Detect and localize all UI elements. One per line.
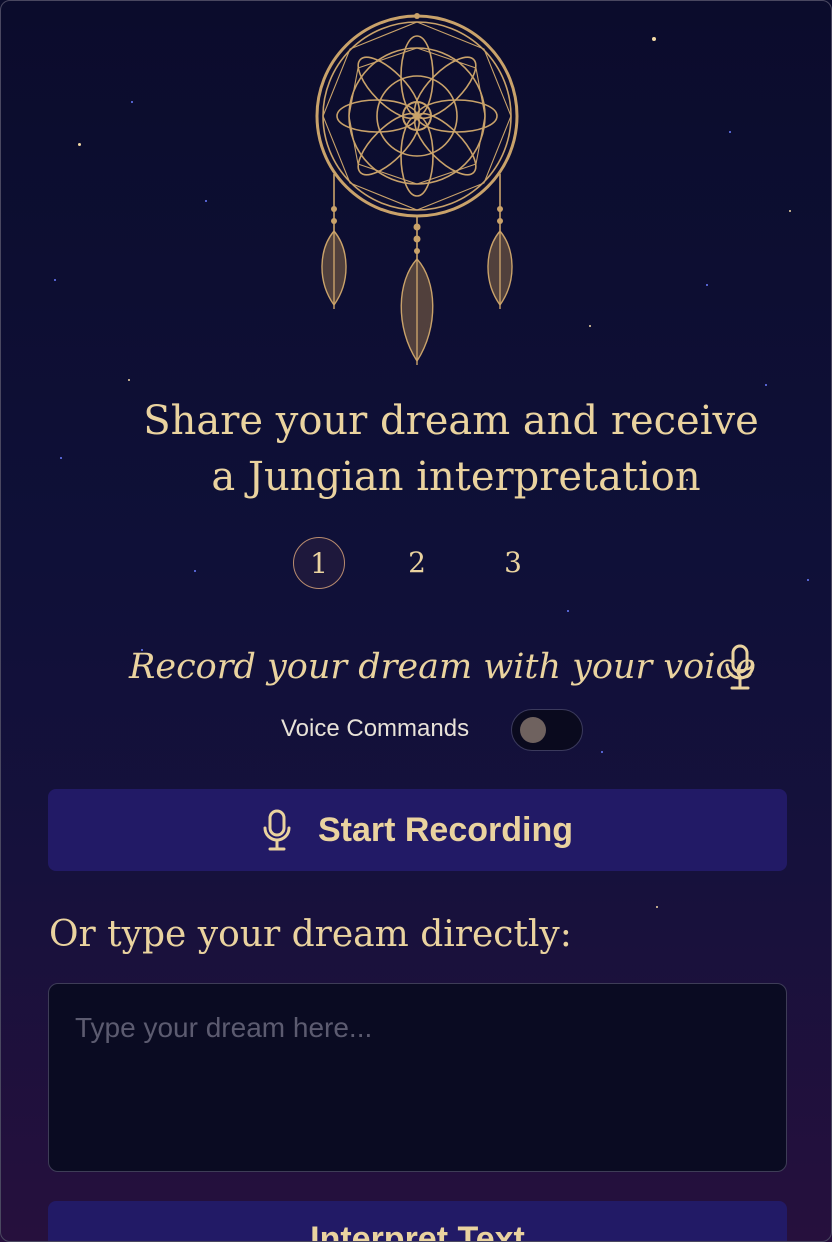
start-recording-button[interactable]: Start Recording <box>48 789 787 871</box>
star <box>589 325 591 327</box>
star <box>567 610 569 612</box>
step-2[interactable]: 2 <box>391 537 443 589</box>
star <box>765 384 767 386</box>
dream-text-input[interactable] <box>48 983 787 1172</box>
star <box>656 906 658 908</box>
app-screen: Share your dream and receive a Jungian i… <box>0 0 832 1242</box>
star <box>54 279 56 281</box>
type-section-heading: Or type your dream directly: <box>49 914 572 955</box>
voice-commands-label: Voice Commands <box>281 715 470 742</box>
star <box>789 210 791 212</box>
interpret-text-button[interactable]: Interpret Text <box>48 1201 787 1242</box>
star <box>652 37 656 41</box>
star <box>706 284 708 286</box>
star <box>78 143 81 146</box>
dreamcatcher-icon <box>315 13 519 365</box>
start-recording-label: Start Recording <box>317 810 574 849</box>
star <box>131 101 133 103</box>
star <box>729 131 731 133</box>
star <box>60 457 62 459</box>
toggle-knob <box>520 717 546 743</box>
star <box>807 579 809 581</box>
tagline-line-2: a Jungian interpretation <box>211 454 701 500</box>
interpret-text-label: Interpret Text <box>310 1220 525 1242</box>
tagline-line-1: Share your dream and receive <box>143 398 759 444</box>
microphone-icon <box>725 644 755 690</box>
star <box>205 200 207 202</box>
tagline: Share your dream and receive a Jungian i… <box>101 393 801 505</box>
star <box>194 570 196 572</box>
voice-commands-toggle[interactable] <box>511 709 583 751</box>
microphone-icon <box>263 809 291 851</box>
star <box>128 379 130 381</box>
star <box>601 751 603 753</box>
step-3[interactable]: 3 <box>487 537 539 589</box>
step-1[interactable]: 1 <box>293 537 345 589</box>
voice-heading: Record your dream with your voice <box>129 647 756 687</box>
